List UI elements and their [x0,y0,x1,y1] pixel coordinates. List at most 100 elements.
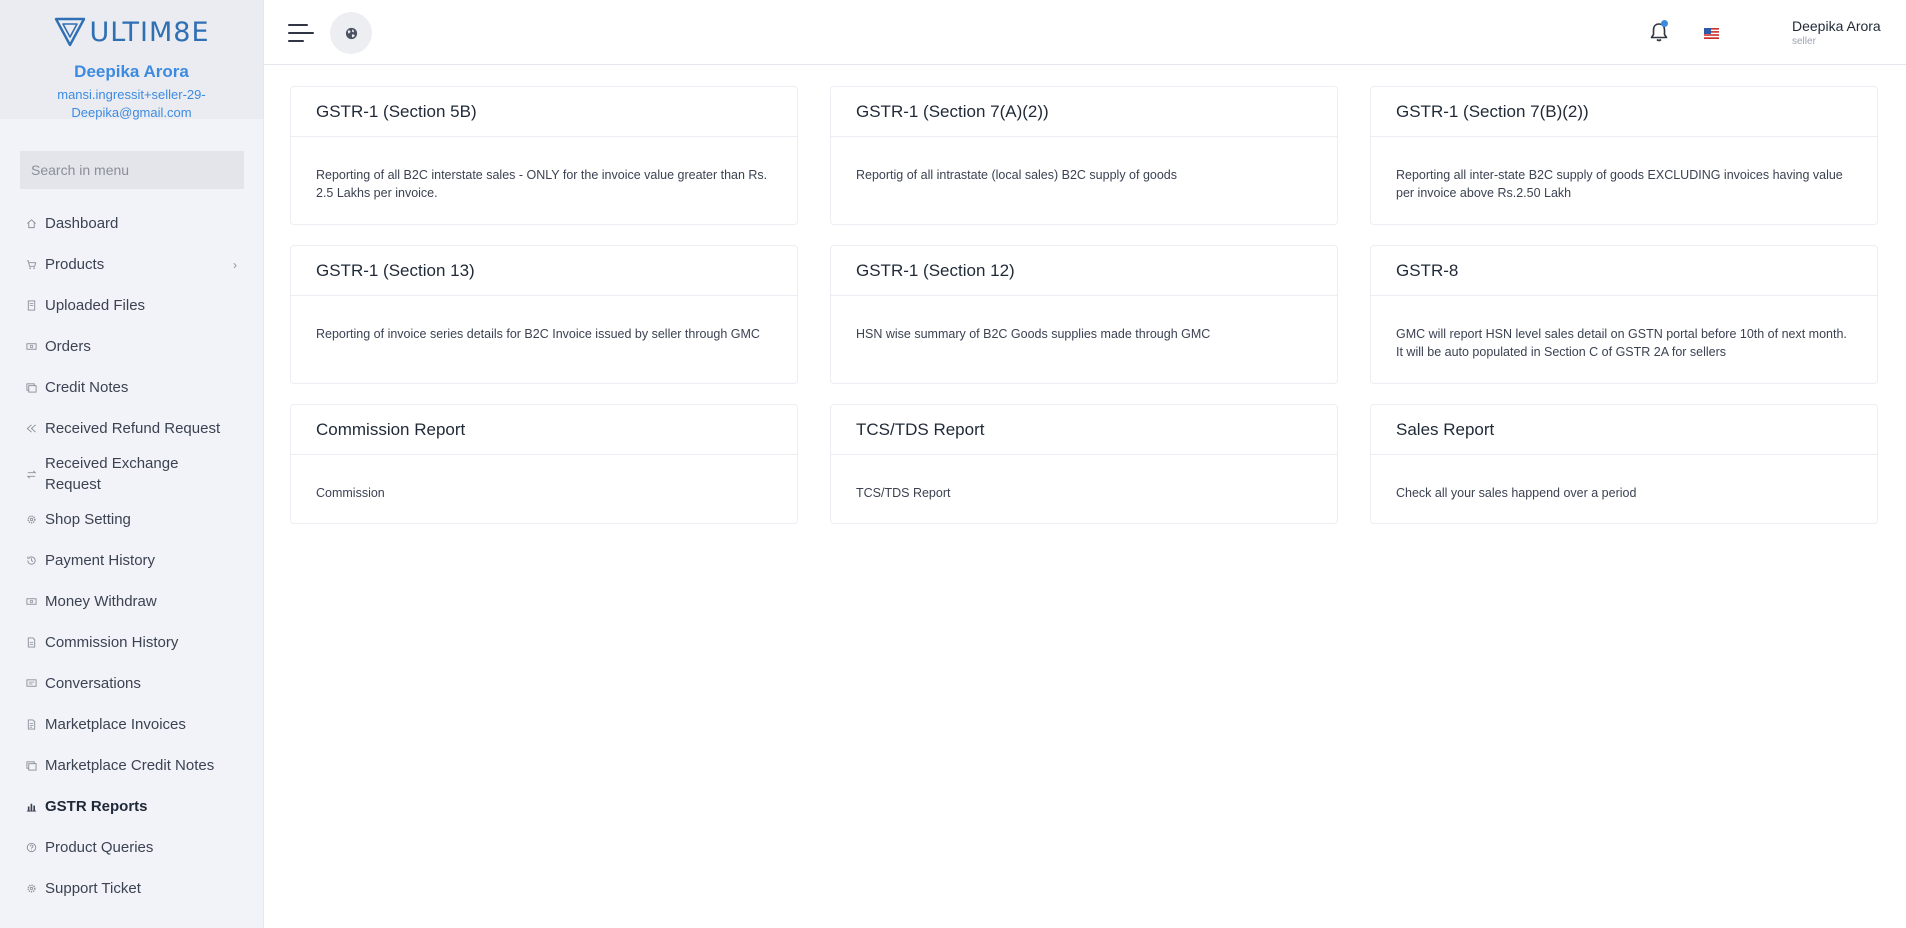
sidebar-item-label: Support Ticket [45,880,141,897]
us-flag-icon[interactable] [1704,28,1719,39]
card-description: Reporting of all B2C interstate sales - … [316,168,768,200]
sidebar-item-label: Commission History [45,634,179,651]
report-card-gstr1-5b[interactable]: GSTR-1 (Section 5B) Reporting of all B2C… [290,86,798,225]
sidebar-item-product-queries[interactable]: Product Queries [0,827,263,868]
sidebar-item-marketplace-invoices[interactable]: Marketplace Invoices [0,704,263,745]
exchange-icon [26,469,37,480]
sidebar-item-marketplace-credit-notes[interactable]: Marketplace Credit Notes [0,745,263,786]
globe-icon [345,27,357,39]
report-card-sales[interactable]: Sales Report Check all your sales happen… [1370,404,1878,524]
question-icon [26,842,37,853]
report-cards-grid: GSTR-1 (Section 5B) Reporting of all B2C… [290,86,1878,524]
main-content: GSTR-1 (Section 5B) Reporting of all B2C… [264,66,1906,928]
sidebar-item-money-withdraw[interactable]: Money Withdraw [0,581,263,622]
logo[interactable]: ULTIM8E [53,14,209,50]
sidebar-item-label: Credit Notes [45,379,129,396]
sidebar-item-label: Received Exchange Request [45,455,179,493]
rewind-icon [26,423,37,434]
sidebar-item-products[interactable]: Products › [0,244,263,285]
report-card-gstr1-7a2[interactable]: GSTR-1 (Section 7(A)(2)) Reportig of all… [830,86,1338,225]
report-card-gstr1-13[interactable]: GSTR-1 (Section 13) Reporting of invoice… [290,245,798,384]
report-card-gstr1-12[interactable]: GSTR-1 (Section 12) HSN wise summary of … [830,245,1338,384]
sidebar-menu: Dashboard Products › Uploaded Files Orde… [0,203,263,909]
history-icon [26,555,37,566]
home-icon [26,218,37,229]
sidebar-user-email: mansi.ingressit+seller-29-Deepika@gmail.… [57,87,206,120]
bar-chart-icon [26,801,37,812]
sidebar-item-received-refund-request[interactable]: Received Refund Request [0,408,263,449]
sidebar-item-dashboard[interactable]: Dashboard [0,203,263,244]
sidebar-item-conversations[interactable]: Conversations [0,663,263,704]
sidebar-item-label: Product Queries [45,839,154,856]
sidebar-item-label: Marketplace Invoices [45,716,186,733]
sidebar-item-label: Payment History [45,552,156,569]
logo-text: ULTIM8E [89,16,210,48]
sidebar-item-label: Shop Setting [45,511,131,528]
brand-panel: ULTIM8E Deepika Arora mansi.ingressit+se… [0,0,263,120]
notifications-button[interactable] [1648,20,1670,44]
card-description: GMC will report HSN level sales detail o… [1396,327,1847,359]
report-card-gstr1-7b2[interactable]: GSTR-1 (Section 7(B)(2)) Reporting all i… [1370,86,1878,225]
sidebar: ULTIM8E Deepika Arora mansi.ingressit+se… [0,0,264,928]
support-icon [26,883,37,894]
file-icon [26,300,37,311]
card-description: Reporting all inter-state B2C supply of … [1396,168,1843,200]
report-card-commission[interactable]: Commission Report Commission [290,404,798,524]
card-title: GSTR-8 [1371,246,1877,296]
card-description: Reportig of all intrastate (local sales)… [856,168,1177,182]
sidebar-item-received-exchange-request[interactable]: Received Exchange Request [0,449,263,499]
invoice-icon [26,719,37,730]
sidebar-item-label: Orders [45,338,91,355]
report-card-gstr8[interactable]: GSTR-8 GMC will report HSN level sales d… [1370,245,1878,384]
sidebar-item-label: Uploaded Files [45,297,146,314]
card-title: Sales Report [1371,405,1877,455]
notes-icon [26,760,37,771]
globe-button[interactable] [330,12,372,54]
cart-icon [26,259,37,270]
card-description: TCS/TDS Report [856,486,951,500]
sidebar-user-name: Deepika Arora [74,62,189,81]
card-title: Commission Report [291,405,797,455]
document-icon [26,637,37,648]
user-profile-menu[interactable]: Deepika Arora seller [1792,18,1881,47]
sidebar-item-label: Conversations [45,675,141,692]
sidebar-item-label: Money Withdraw [45,593,157,610]
sidebar-item-orders[interactable]: Orders [0,326,263,367]
chevron-right-icon: › [233,257,237,272]
notes-icon [26,382,37,393]
card-title: GSTR-1 (Section 13) [291,246,797,296]
logo-mark-icon [55,17,86,47]
sidebar-item-label: GSTR Reports [45,798,148,815]
money-icon [26,341,37,352]
notification-dot [1661,20,1668,27]
card-description: Commission [316,486,385,500]
card-description: Reporting of invoice series details for … [316,327,760,341]
sidebar-item-payment-history[interactable]: Payment History [0,540,263,581]
card-title: TCS/TDS Report [831,405,1337,455]
sidebar-item-label: Received Refund Request [45,420,221,437]
sidebar-item-label: Marketplace Credit Notes [45,757,215,774]
menu-toggle-icon[interactable] [288,22,314,44]
gear-icon [26,514,37,525]
money-icon [26,596,37,607]
card-title: GSTR-1 (Section 7(A)(2)) [831,87,1337,137]
profile-role: seller [1792,36,1816,47]
chat-icon [26,678,37,689]
report-card-tcs-tds[interactable]: TCS/TDS Report TCS/TDS Report [830,404,1338,524]
sidebar-item-label: Dashboard [45,215,119,232]
sidebar-item-support-ticket[interactable]: Support Ticket [0,868,263,909]
sidebar-item-label: Products [45,256,105,273]
menu-search-input[interactable] [20,151,244,189]
card-description: Check all your sales happend over a peri… [1396,486,1637,500]
card-title: GSTR-1 (Section 5B) [291,87,797,137]
sidebar-item-commission-history[interactable]: Commission History [0,622,263,663]
card-description: HSN wise summary of B2C Goods supplies m… [856,327,1211,341]
sidebar-item-credit-notes[interactable]: Credit Notes [0,367,263,408]
sidebar-item-shop-setting[interactable]: Shop Setting [0,499,263,540]
card-title: GSTR-1 (Section 7(B)(2)) [1371,87,1877,137]
profile-name: Deepika Arora [1792,18,1881,34]
top-header: Deepika Arora seller [264,0,1906,65]
card-title: GSTR-1 (Section 12) [831,246,1337,296]
sidebar-item-gstr-reports[interactable]: GSTR Reports [0,786,263,827]
sidebar-item-uploaded-files[interactable]: Uploaded Files [0,285,263,326]
